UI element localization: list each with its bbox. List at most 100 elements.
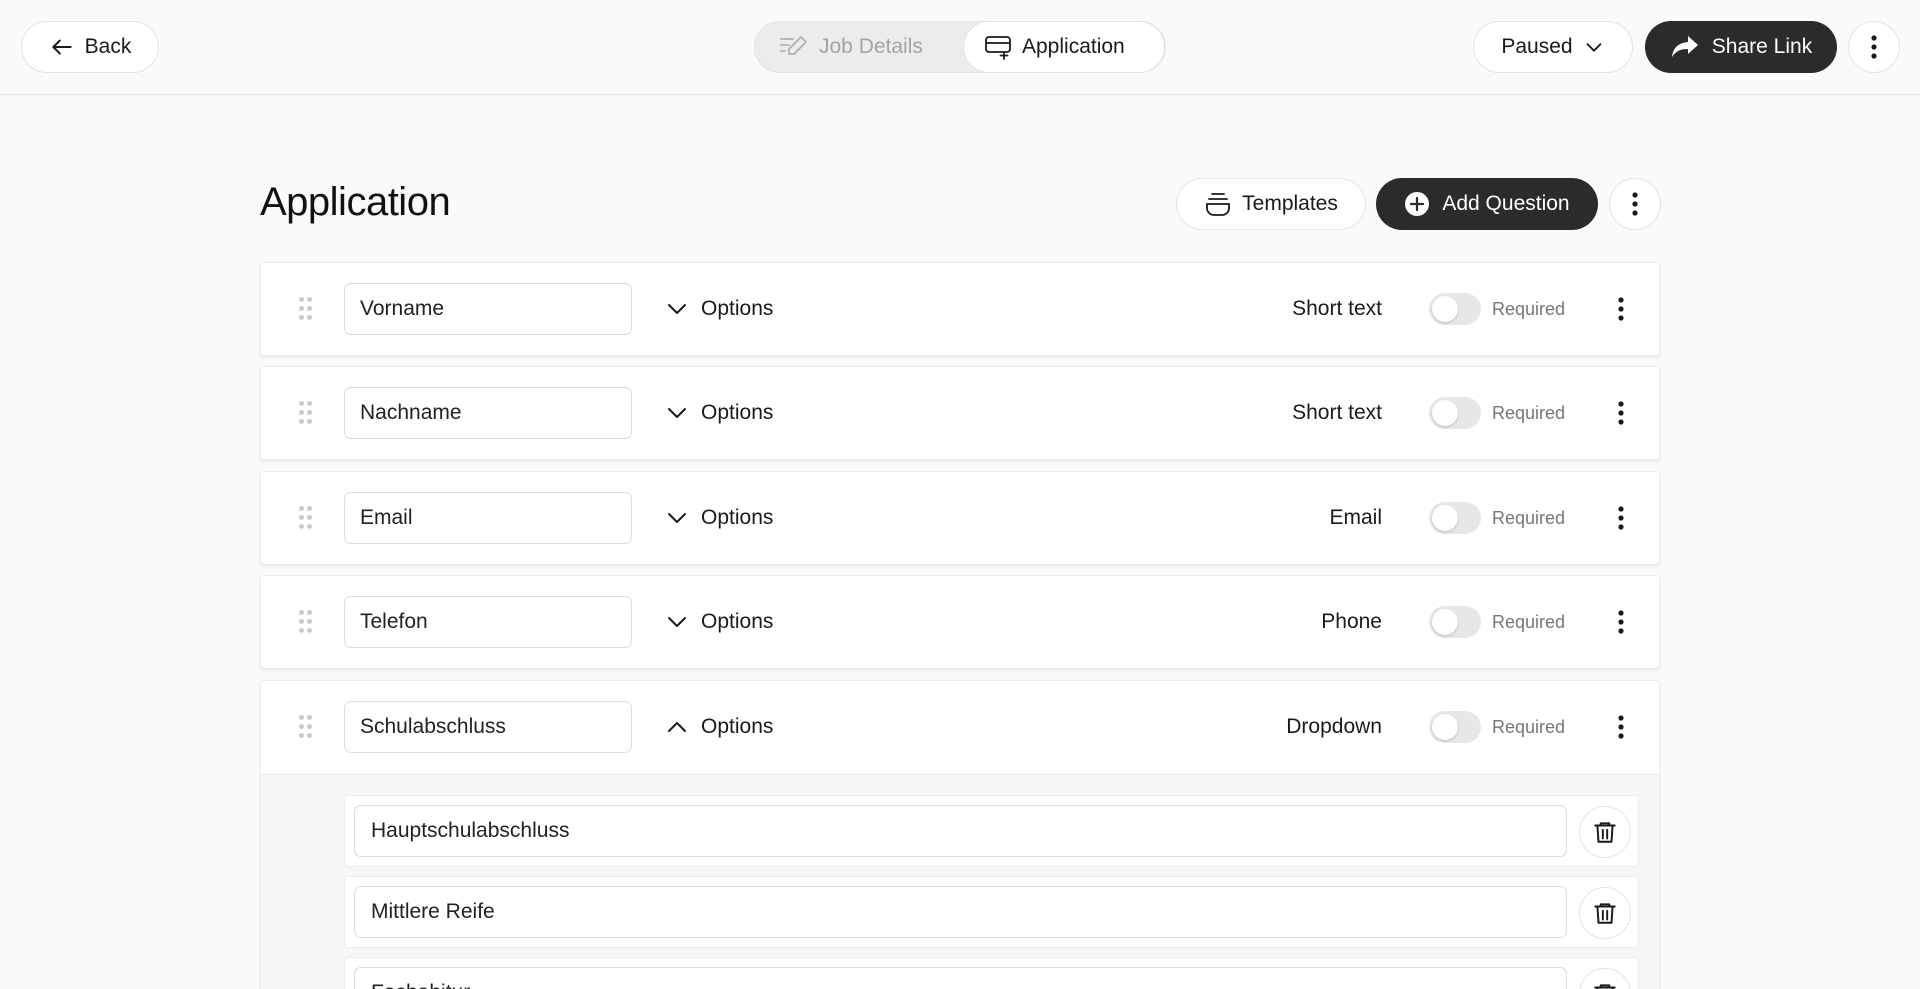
question-more-button[interactable] bbox=[1601, 289, 1641, 329]
toggle-knob bbox=[1432, 400, 1458, 426]
toggle-knob bbox=[1432, 296, 1458, 322]
trash-icon bbox=[1594, 903, 1616, 924]
question-type-label[interactable]: Email bbox=[1329, 498, 1382, 538]
chevron-down-icon bbox=[668, 408, 686, 418]
tab-application[interactable]: Application bbox=[963, 21, 1165, 73]
options-toggle[interactable]: Options bbox=[665, 498, 773, 538]
tab-application-label: Application bbox=[1022, 35, 1125, 58]
question-label-input[interactable]: Vorname bbox=[344, 283, 632, 335]
required-toggle[interactable] bbox=[1429, 606, 1481, 638]
more-vertical-icon bbox=[1618, 401, 1624, 425]
status-dropdown[interactable]: Paused bbox=[1473, 21, 1633, 73]
options-label: Options bbox=[701, 297, 774, 320]
required-label: Required bbox=[1492, 612, 1566, 632]
delete-option-button[interactable] bbox=[1579, 968, 1631, 989]
toggle-knob bbox=[1432, 609, 1458, 635]
required-toggle[interactable] bbox=[1429, 293, 1481, 325]
more-vertical-icon bbox=[1618, 297, 1624, 321]
delete-option-button[interactable] bbox=[1579, 887, 1631, 939]
required-toggle[interactable] bbox=[1429, 711, 1481, 743]
required-label: Required bbox=[1492, 299, 1566, 319]
question-row: Vorname Options Short text Required bbox=[260, 262, 1660, 356]
top-bar: Back Job Details Application Paused Shar… bbox=[0, 0, 1920, 95]
application-more-button[interactable] bbox=[1609, 178, 1661, 230]
chevron-down-icon bbox=[668, 513, 686, 523]
tab-job-details[interactable]: Job Details bbox=[779, 22, 923, 72]
question-type-label[interactable]: Short text bbox=[1292, 393, 1382, 433]
question-label-input[interactable]: Schulabschluss bbox=[344, 701, 632, 753]
trash-icon bbox=[1594, 984, 1616, 989]
more-vertical-icon bbox=[1618, 715, 1624, 739]
templates-stack-icon bbox=[1206, 193, 1231, 216]
toggle-knob bbox=[1432, 505, 1458, 531]
options-label: Options bbox=[701, 715, 774, 738]
drag-handle-icon[interactable] bbox=[299, 297, 313, 321]
question-row-expanded: Schulabschluss Options Dropdown Required… bbox=[260, 680, 1660, 989]
drag-handle-icon[interactable] bbox=[299, 401, 313, 425]
more-vertical-icon bbox=[1871, 35, 1877, 59]
more-menu-button[interactable] bbox=[1848, 21, 1900, 73]
form-add-icon bbox=[985, 36, 1011, 60]
toggle-knob bbox=[1432, 714, 1458, 740]
question-type-label[interactable]: Dropdown bbox=[1286, 707, 1382, 747]
share-arrow-icon bbox=[1671, 36, 1698, 57]
chevron-down-icon bbox=[668, 304, 686, 314]
dropdown-option-item: Fachabitur bbox=[344, 957, 1639, 989]
back-label: Back bbox=[84, 35, 132, 58]
page-title: Application bbox=[260, 180, 451, 224]
question-more-button[interactable] bbox=[1601, 498, 1641, 538]
dropdown-option-input[interactable]: Fachabitur bbox=[354, 967, 1567, 989]
options-toggle[interactable]: Options bbox=[665, 707, 773, 747]
dropdown-option-input[interactable]: Hauptschulabschluss bbox=[354, 805, 1567, 857]
templates-button[interactable]: Templates bbox=[1176, 178, 1366, 230]
more-vertical-icon bbox=[1618, 506, 1624, 530]
add-question-label: Add Question bbox=[1442, 192, 1570, 215]
options-label: Options bbox=[701, 506, 774, 529]
question-label-input[interactable]: Email bbox=[344, 492, 632, 544]
drag-handle-icon[interactable] bbox=[299, 610, 313, 634]
question-label-input[interactable]: Telefon bbox=[344, 596, 632, 648]
share-link-label: Share Link bbox=[1711, 35, 1813, 58]
options-label: Options bbox=[701, 401, 774, 424]
more-vertical-icon bbox=[1618, 610, 1624, 634]
pencil-lines-icon bbox=[780, 36, 807, 55]
options-toggle[interactable]: Options bbox=[665, 602, 773, 642]
options-toggle[interactable]: Options bbox=[665, 393, 773, 433]
dropdown-option-item: Hauptschulabschluss bbox=[344, 795, 1639, 867]
question-type-label[interactable]: Phone bbox=[1321, 602, 1382, 642]
status-label: Paused bbox=[1501, 35, 1573, 58]
drag-handle-icon[interactable] bbox=[299, 715, 313, 739]
share-link-button[interactable]: Share Link bbox=[1645, 21, 1837, 73]
required-label: Required bbox=[1492, 717, 1566, 737]
question-row: Email Options Email Required bbox=[260, 471, 1660, 565]
dropdown-option-item: Mittlere Reife bbox=[344, 876, 1639, 948]
chevron-down-icon bbox=[668, 617, 686, 627]
back-button[interactable]: Back bbox=[21, 21, 159, 73]
question-row: Nachname Options Short text Required bbox=[260, 366, 1660, 460]
templates-label: Templates bbox=[1242, 192, 1338, 215]
tab-job-details-label: Job Details bbox=[819, 35, 923, 58]
required-toggle[interactable] bbox=[1429, 502, 1481, 534]
plus-circle-icon bbox=[1405, 192, 1430, 216]
options-toggle[interactable]: Options bbox=[665, 289, 773, 329]
view-switcher: Job Details Application bbox=[754, 21, 1166, 73]
question-more-button[interactable] bbox=[1601, 602, 1641, 642]
chevron-up-icon bbox=[668, 722, 686, 732]
dropdown-option-input[interactable]: Mittlere Reife bbox=[354, 886, 1567, 938]
question-type-label[interactable]: Short text bbox=[1292, 289, 1382, 329]
arrow-left-icon bbox=[52, 39, 72, 55]
question-label-input[interactable]: Nachname bbox=[344, 387, 632, 439]
drag-handle-icon[interactable] bbox=[299, 506, 313, 530]
more-vertical-icon bbox=[1632, 192, 1638, 216]
required-label: Required bbox=[1492, 508, 1566, 528]
options-label: Options bbox=[701, 610, 774, 633]
trash-icon bbox=[1594, 822, 1616, 843]
question-row: Telefon Options Phone Required bbox=[260, 575, 1660, 669]
delete-option-button[interactable] bbox=[1579, 806, 1631, 858]
question-more-button[interactable] bbox=[1601, 393, 1641, 433]
question-more-button[interactable] bbox=[1601, 707, 1641, 747]
add-question-button[interactable]: Add Question bbox=[1376, 178, 1598, 230]
required-label: Required bbox=[1492, 403, 1566, 423]
dropdown-options-list: Hauptschulabschluss Mittlere Reife Facha… bbox=[261, 775, 1659, 989]
required-toggle[interactable] bbox=[1429, 397, 1481, 429]
